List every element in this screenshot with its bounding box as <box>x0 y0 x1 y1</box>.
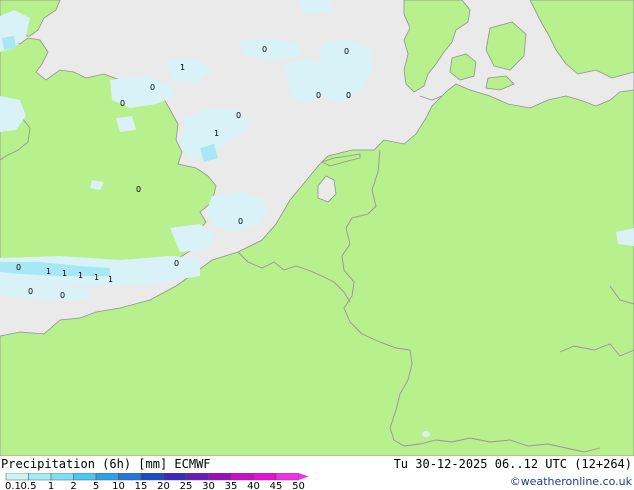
precip-label: 1 <box>78 271 83 280</box>
precip-label: 0 <box>346 91 351 100</box>
legend-swatch <box>253 473 277 481</box>
legend-tick-label: 25 <box>180 481 193 490</box>
precip-label: 0 <box>120 99 125 108</box>
precipitation-map: 0 1 0 0 0 1 0 0 0 0 0 0 1 1 1 1 1 0 0 0 <box>0 0 634 456</box>
precip-label: 0 <box>262 45 267 54</box>
legend-swatch <box>118 473 142 481</box>
legend-tick-label: 10 <box>112 481 125 490</box>
map-footer: Precipitation (6h) [mm] ECMWF Tu 30-12-2… <box>0 456 634 490</box>
valid-time: Tu 30-12-2025 06..12 UTC (12+264) <box>393 457 632 471</box>
legend-tick-label: 0.1 <box>5 481 21 490</box>
legend-swatch <box>185 473 209 481</box>
legend-swatch <box>28 473 52 481</box>
precip-label: 0 <box>174 259 179 268</box>
legend-swatch <box>95 473 119 481</box>
legend-tick-label: 2 <box>70 481 76 490</box>
lake <box>422 431 430 437</box>
legend-tick-label: 20 <box>157 481 170 490</box>
legend-swatch <box>230 473 254 481</box>
legend-tick-label: 15 <box>135 481 148 490</box>
precip-label: 0 <box>344 47 349 56</box>
map-title: Precipitation (6h) [mm] ECMWF <box>1 457 211 471</box>
precip-label: 0 <box>60 291 65 300</box>
precip-label: 1 <box>46 267 51 276</box>
legend-swatch <box>140 473 164 481</box>
legend-tick-label: 1 <box>48 481 54 490</box>
precip-label: 1 <box>214 129 219 138</box>
precip-label: 1 <box>108 275 113 284</box>
precip-label: 1 <box>62 269 67 278</box>
legend-tick-label: 5 <box>93 481 99 490</box>
precip-label: 0 <box>238 217 243 226</box>
legend-swatch <box>163 473 187 481</box>
precip-label: 0 <box>316 91 321 100</box>
legend-tick-label: 0.5 <box>21 481 37 490</box>
legend-swatch <box>208 473 232 481</box>
precip-label: 0 <box>136 185 141 194</box>
precip-label: 0 <box>28 287 33 296</box>
legend-tick-label: 50 <box>292 481 305 490</box>
legend-swatch <box>73 473 97 481</box>
legend-swatch <box>5 473 29 481</box>
color-scale-legend: 0.1 0.5 1 2 5 10 15 20 25 30 35 40 45 50 <box>5 473 309 490</box>
legend-tick-label: 40 <box>247 481 260 490</box>
credit-link[interactable]: ©weatheronline.co.uk <box>510 475 632 488</box>
precip-label: 1 <box>94 273 99 282</box>
precip-label: 0 <box>236 111 241 120</box>
legend-tick-label: 35 <box>225 481 238 490</box>
legend-swatch <box>50 473 74 481</box>
precip-label: 1 <box>180 63 185 72</box>
precip-label: 0 <box>150 83 155 92</box>
legend-tick-label: 45 <box>270 481 283 490</box>
legend-tick-label: 30 <box>202 481 215 490</box>
legend-swatch <box>275 473 299 481</box>
precip-label: 0 <box>16 263 21 272</box>
legend-arrow <box>298 473 309 480</box>
